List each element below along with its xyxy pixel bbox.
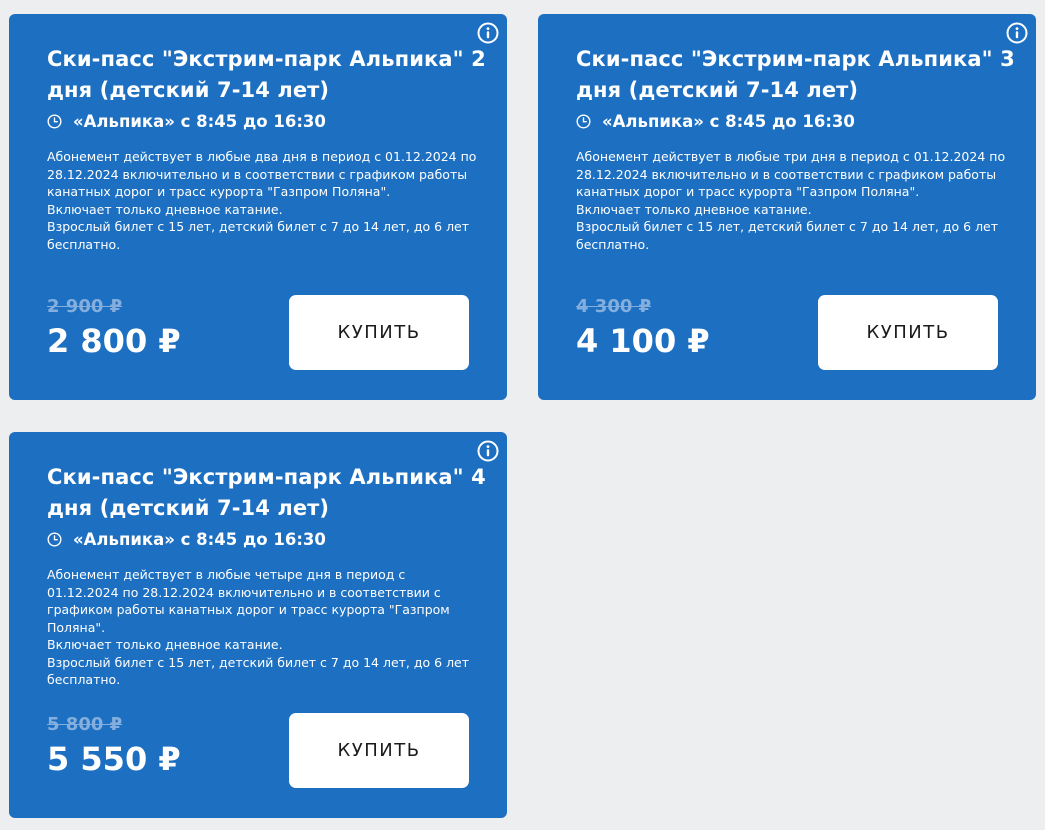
info-icon[interactable]	[477, 22, 499, 44]
schedule: «Альпика» с 8:45 до 16:30	[576, 112, 855, 131]
description-line: Взрослый билет с 15 лет, детский билет с…	[576, 219, 999, 252]
current-price: 2 800 ₽	[47, 322, 181, 360]
schedule: «Альпика» с 8:45 до 16:30	[47, 112, 326, 131]
schedule-text: «Альпика» с 8:45 до 16:30	[73, 112, 326, 131]
description-line: Включает только дневное катание.	[47, 201, 283, 217]
card-title: Ски-пасс "Экстрим-парк Альпика" 2 дня (д…	[47, 47, 486, 102]
current-price: 5 550 ₽	[47, 740, 181, 778]
schedule-text: «Альпика» с 8:45 до 16:30	[602, 112, 855, 131]
old-price: 5 800 ₽	[47, 714, 123, 735]
description-line: Абонемент действует в любые три дня в пе…	[576, 149, 1006, 199]
ski-pass-card: Ски-пасс "Экстрим-парк Альпика" 4 дня (д…	[9, 432, 507, 818]
old-price: 4 300 ₽	[576, 296, 652, 317]
description-line: Включает только дневное катание.	[47, 637, 283, 652]
card-description: Абонемент действует в любые четыре дня в…	[47, 566, 477, 689]
clock-icon	[576, 114, 591, 129]
description-line: Включает только дневное катание.	[576, 201, 812, 217]
buy-button[interactable]: КУПИТЬ	[818, 295, 998, 370]
ski-pass-grid: Ски-пасс "Экстрим-парк Альпика" 2 дня (д…	[0, 0, 1045, 830]
buy-button[interactable]: КУПИТЬ	[289, 295, 469, 370]
description-line: Взрослый билет с 15 лет, детский билет с…	[47, 654, 470, 688]
card-title: Ски-пасс "Экстрим-парк Альпика" 4 дня (д…	[47, 465, 486, 520]
schedule-text: «Альпика» с 8:45 до 16:30	[73, 530, 326, 549]
card-description: Абонемент действует в любые три дня в пе…	[576, 148, 1006, 253]
clock-icon	[47, 532, 62, 547]
card-description: Абонемент действует в любые два дня в пе…	[47, 148, 477, 253]
description-line: Взрослый билет с 15 лет, детский билет с…	[47, 219, 470, 252]
schedule: «Альпика» с 8:45 до 16:30	[47, 530, 326, 549]
info-icon[interactable]	[1006, 22, 1028, 44]
description-line: Абонемент действует в любые два дня в пе…	[47, 149, 477, 199]
clock-icon	[47, 114, 62, 129]
buy-button[interactable]: КУПИТЬ	[289, 713, 469, 788]
old-price: 2 900 ₽	[47, 296, 123, 317]
ski-pass-card: Ски-пасс "Экстрим-парк Альпика" 2 дня (д…	[9, 14, 507, 400]
description-line: Абонемент действует в любые четыре дня в…	[47, 567, 450, 635]
current-price: 4 100 ₽	[576, 322, 710, 360]
info-icon[interactable]	[477, 440, 499, 462]
ski-pass-card: Ски-пасс "Экстрим-парк Альпика" 3 дня (д…	[538, 14, 1036, 400]
card-title: Ски-пасс "Экстрим-парк Альпика" 3 дня (д…	[576, 47, 1015, 102]
